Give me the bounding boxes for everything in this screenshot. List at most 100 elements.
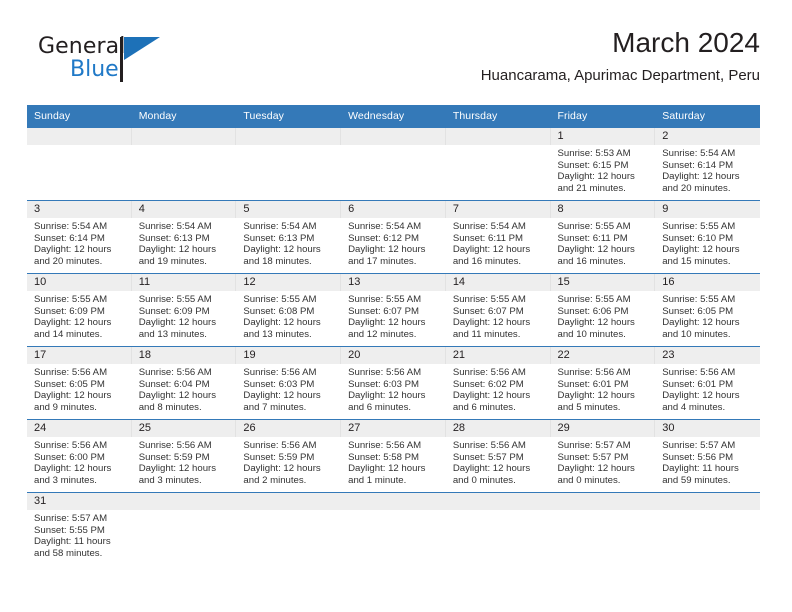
day-number: 31: [27, 493, 132, 510]
daylight-text-line1: Daylight: 12 hours: [138, 244, 217, 256]
day-cell-content: [655, 493, 760, 566]
sunset-text: Sunset: 5:57 PM: [557, 451, 629, 463]
sunset-text: Sunset: 6:13 PM: [138, 232, 210, 244]
calendar-day-cell[interactable]: 9 Sunrise: 5:55 AM Sunset: 6:10 PM Daylight…: [655, 200, 760, 274]
calendar-day-cell[interactable]: 4 Sunrise: 5:54 AM Sunset: 6:13 PM Daylight…: [131, 200, 237, 274]
calendar-day-cell[interactable]: 12 Sunrise: 5:55 AM Sunset: 6:08 PM Dayligh…: [236, 273, 342, 347]
calendar-day-cell[interactable]: 7 Sunrise: 5:54 AM Sunset: 6:11 PM Daylight…: [445, 200, 551, 274]
sunset-text: Sunset: 5:57 PM: [452, 451, 524, 463]
day-sun-info: Sunrise: 5:56 AM Sunset: 6:00 PM Daylight:…: [27, 437, 132, 486]
day-cell-content: 23 Sunrise: 5:56 AM Sunset: 6:01 PM Dayligh…: [655, 347, 760, 419]
sunset-text: Sunset: 6:04 PM: [138, 378, 210, 390]
day-number: 30: [655, 420, 760, 437]
day-number: [27, 128, 132, 145]
calendar-day-cell[interactable]: 10 Sunrise: 5:55 AM Sunset: 6:09 PM Dayligh…: [27, 273, 132, 347]
day-number: 2: [655, 128, 760, 145]
daylight-text-line1: Daylight: 12 hours: [557, 171, 635, 183]
day-cell-content: 28 Sunrise: 5:56 AM Sunset: 5:57 PM Dayligh…: [445, 420, 551, 492]
day-cell-content: [445, 493, 551, 566]
day-number: 3: [27, 201, 132, 218]
daylight-text-line1: Daylight: 12 hours: [557, 390, 635, 402]
day-cell-content: 26 Sunrise: 5:56 AM Sunset: 5:59 PM Dayligh…: [236, 420, 342, 492]
daylight-text-line2: and 58 minutes.: [34, 547, 103, 559]
daylight-text-line2: and 10 minutes.: [557, 328, 626, 340]
sunset-text: Sunset: 6:14 PM: [662, 159, 734, 171]
day-sun-info: Sunrise: 5:56 AM Sunset: 6:05 PM Daylight:…: [27, 364, 132, 413]
sunset-text: Sunset: 6:13 PM: [243, 232, 315, 244]
daylight-text-line1: Daylight: 12 hours: [243, 317, 321, 329]
day-number: 7: [445, 201, 551, 218]
day-cell-content: 5 Sunrise: 5:54 AM Sunset: 6:13 PM Daylight…: [236, 201, 342, 273]
calendar-day-cell[interactable]: 25 Sunrise: 5:56 AM Sunset: 5:59 PM Dayligh…: [131, 419, 237, 493]
calendar-day-cell[interactable]: 17 Sunrise: 5:56 AM Sunset: 6:05 PM Dayligh…: [27, 346, 132, 420]
calendar-day-cell[interactable]: 2 Sunrise: 5:54 AM Sunset: 6:14 PM Daylight…: [655, 127, 760, 201]
calendar-week-row: 3 Sunrise: 5:54 AM Sunset: 6:14 PM Daylight…: [27, 200, 760, 274]
calendar-week-row: 24 Sunrise: 5:56 AM Sunset: 6:00 PM Dayligh…: [27, 419, 760, 493]
calendar-day-cell[interactable]: 23 Sunrise: 5:56 AM Sunset: 6:01 PM Dayligh…: [655, 346, 760, 420]
sunset-text: Sunset: 6:14 PM: [34, 232, 105, 244]
day-cell-content: [550, 493, 656, 566]
day-sun-info: Sunrise: 5:56 AM Sunset: 5:58 PM Daylight:…: [341, 437, 446, 486]
day-number: 17: [27, 347, 132, 364]
daylight-text-line2: and 10 minutes.: [662, 328, 731, 340]
calendar-day-cell[interactable]: 13 Sunrise: 5:55 AM Sunset: 6:07 PM Dayligh…: [341, 273, 446, 347]
calendar-day-cell[interactable]: 18 Sunrise: 5:56 AM Sunset: 6:04 PM Dayligh…: [131, 346, 237, 420]
day-number: 15: [550, 274, 656, 291]
daylight-text-line2: and 16 minutes.: [452, 255, 522, 267]
weekday-header-wednesday: Wednesday: [341, 105, 446, 128]
calendar-day-cell[interactable]: 24 Sunrise: 5:56 AM Sunset: 6:00 PM Dayligh…: [27, 419, 132, 493]
sunset-text: Sunset: 6:01 PM: [557, 378, 629, 390]
calendar-day-cell[interactable]: 1 Sunrise: 5:53 AM Sunset: 6:15 PM Daylight…: [550, 127, 656, 201]
daylight-text-line2: and 7 minutes.: [243, 401, 307, 413]
general-blue-logo[interactable]: General Blue: [38, 34, 208, 88]
daylight-text-line2: and 14 minutes.: [34, 328, 103, 340]
calendar-day-cell[interactable]: 29 Sunrise: 5:57 AM Sunset: 5:57 PM Dayligh…: [550, 419, 656, 493]
daylight-text-line1: Daylight: 11 hours: [662, 463, 739, 475]
day-sun-info: Sunrise: 5:57 AM Sunset: 5:55 PM Daylight:…: [27, 510, 132, 559]
day-cell-content: 6 Sunrise: 5:54 AM Sunset: 6:12 PM Daylight…: [341, 201, 446, 273]
day-cell-content: 18 Sunrise: 5:56 AM Sunset: 6:04 PM Dayligh…: [131, 347, 237, 419]
calendar-day-cell[interactable]: 26 Sunrise: 5:56 AM Sunset: 5:59 PM Dayligh…: [236, 419, 342, 493]
calendar-day-cell[interactable]: 11 Sunrise: 5:55 AM Sunset: 6:09 PM Dayligh…: [131, 273, 237, 347]
calendar-day-cell[interactable]: 27 Sunrise: 5:56 AM Sunset: 5:58 PM Dayligh…: [341, 419, 446, 493]
sunset-text: Sunset: 6:07 PM: [348, 305, 420, 317]
sunset-text: Sunset: 6:05 PM: [662, 305, 734, 317]
calendar-empty-cell: [445, 127, 551, 201]
calendar-week-row: 10 Sunrise: 5:55 AM Sunset: 6:09 PM Dayligh…: [27, 273, 760, 347]
calendar-day-cell[interactable]: 16 Sunrise: 5:55 AM Sunset: 6:05 PM Dayligh…: [655, 273, 760, 347]
daylight-text-line1: Daylight: 12 hours: [662, 390, 740, 402]
sunrise-text: Sunrise: 5:56 AM: [243, 367, 317, 378]
day-cell-content: 1 Sunrise: 5:53 AM Sunset: 6:15 PM Daylight…: [550, 128, 656, 200]
daylight-text-line2: and 20 minutes.: [662, 182, 731, 194]
day-number: [236, 128, 342, 145]
calendar-day-cell[interactable]: 31 Sunrise: 5:57 AM Sunset: 5:55 PM Dayligh…: [27, 492, 132, 566]
sunrise-text: Sunrise: 5:56 AM: [34, 367, 108, 378]
sunset-text: Sunset: 6:11 PM: [557, 232, 628, 244]
daylight-text-line1: Daylight: 12 hours: [557, 317, 635, 329]
calendar-day-cell[interactable]: 30 Sunrise: 5:57 AM Sunset: 5:56 PM Dayligh…: [655, 419, 760, 493]
day-cell-content: 22 Sunrise: 5:56 AM Sunset: 6:01 PM Dayligh…: [550, 347, 656, 419]
day-cell-content: 14 Sunrise: 5:55 AM Sunset: 6:07 PM Dayligh…: [445, 274, 551, 346]
day-sun-info: Sunrise: 5:54 AM Sunset: 6:12 PM Daylight:…: [341, 218, 446, 267]
calendar-day-cell[interactable]: 28 Sunrise: 5:56 AM Sunset: 5:57 PM Dayligh…: [445, 419, 551, 493]
logo-pole-icon: [120, 37, 123, 82]
calendar-day-cell[interactable]: 15 Sunrise: 5:55 AM Sunset: 6:06 PM Dayligh…: [550, 273, 656, 347]
daylight-text-line2: and 16 minutes.: [557, 255, 626, 267]
logo-text-blue: Blue: [70, 57, 119, 82]
calendar-day-cell[interactable]: 6 Sunrise: 5:54 AM Sunset: 6:12 PM Daylight…: [341, 200, 446, 274]
daylight-text-line2: and 13 minutes.: [138, 328, 207, 340]
calendar-empty-cell: [341, 127, 446, 201]
day-number: [550, 493, 656, 510]
calendar-day-cell[interactable]: 22 Sunrise: 5:56 AM Sunset: 6:01 PM Dayligh…: [550, 346, 656, 420]
calendar-day-cell[interactable]: 21 Sunrise: 5:56 AM Sunset: 6:02 PM Dayligh…: [445, 346, 551, 420]
sunset-text: Sunset: 6:11 PM: [452, 232, 524, 244]
calendar-day-cell[interactable]: 8 Sunrise: 5:55 AM Sunset: 6:11 PM Daylight…: [550, 200, 656, 274]
day-cell-content: 16 Sunrise: 5:55 AM Sunset: 6:05 PM Dayligh…: [655, 274, 760, 346]
daylight-text-line2: and 20 minutes.: [34, 255, 103, 267]
calendar-day-cell[interactable]: 19 Sunrise: 5:56 AM Sunset: 6:03 PM Dayligh…: [236, 346, 342, 420]
calendar-day-cell[interactable]: 5 Sunrise: 5:54 AM Sunset: 6:13 PM Daylight…: [236, 200, 342, 274]
sunrise-text: Sunrise: 5:55 AM: [34, 294, 108, 305]
calendar-day-cell[interactable]: 20 Sunrise: 5:56 AM Sunset: 6:03 PM Dayligh…: [341, 346, 446, 420]
calendar-day-cell[interactable]: 3 Sunrise: 5:54 AM Sunset: 6:14 PM Daylight…: [27, 200, 132, 274]
calendar-day-cell[interactable]: 14 Sunrise: 5:55 AM Sunset: 6:07 PM Dayligh…: [445, 273, 551, 347]
